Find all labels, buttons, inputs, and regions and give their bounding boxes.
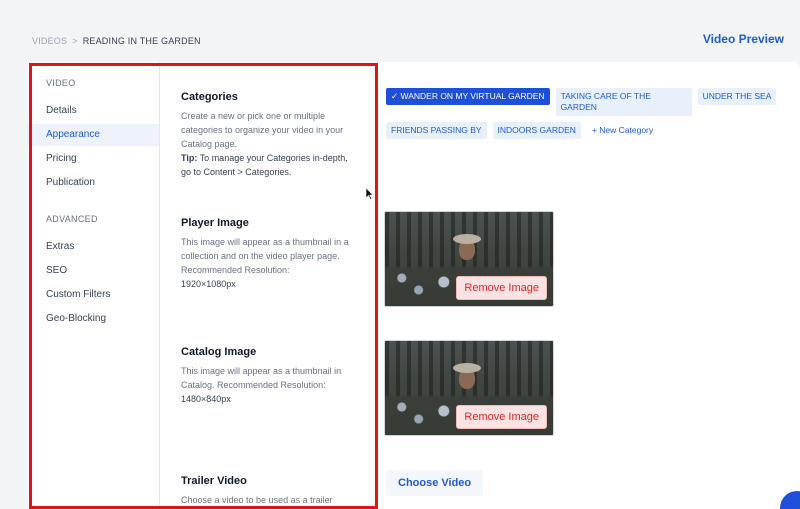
category-tag-taking-care[interactable]: TAKING CARE OF THE GARDEN	[555, 88, 692, 116]
breadcrumb-separator: >	[72, 36, 78, 46]
breadcrumb: VIDEOS > READING IN THE GARDEN	[32, 36, 201, 46]
sidebar-item-details[interactable]: Details	[28, 100, 159, 122]
player-image-title: Player Image	[181, 217, 249, 229]
category-tag-indoors[interactable]: INDOORS GARDEN	[492, 122, 581, 139]
category-tag-label: WANDER ON MY VIRTUAL GARDEN	[400, 91, 545, 101]
choose-video-button[interactable]: Choose Video	[386, 470, 484, 496]
check-icon: ✓	[391, 91, 399, 101]
player-image-description: This image will appear as a thumbnail in…	[181, 235, 356, 291]
trailer-video-description: Choose a video to be used as a trailer	[181, 495, 333, 505]
plus-icon: +	[591, 125, 597, 135]
remove-catalog-image-button[interactable]: Remove Image	[456, 405, 547, 429]
sidebar-item-pricing[interactable]: Pricing	[28, 148, 159, 170]
categories-tip-text: To manage your Categories in-depth, go t…	[181, 153, 348, 177]
video-preview-link[interactable]: Video Preview	[703, 32, 784, 46]
categories-description-text: Create a new or pick one or multiple cat…	[181, 111, 344, 149]
categories-title: Categories	[181, 91, 238, 103]
sidebar-item-geo-blocking[interactable]: Geo-Blocking	[28, 308, 159, 330]
sidebar-heading-video: VIDEO	[46, 78, 76, 88]
catalog-image-section: Catalog Image This image will appear as …	[181, 346, 356, 406]
remove-player-image-button[interactable]: Remove Image	[456, 276, 547, 300]
catalog-image-description-text: This image will appear as a thumbnail in…	[181, 366, 342, 390]
player-image-description-text: This image will appear as a thumbnail in…	[181, 237, 349, 275]
categories-description: Create a new or pick one or multiple cat…	[181, 109, 356, 179]
category-tag-under-the-sea[interactable]: UNDER THE SEA	[697, 88, 777, 105]
chat-launcher-button[interactable]	[780, 491, 800, 509]
sidebar-item-custom-filters[interactable]: Custom Filters	[28, 284, 159, 306]
sidebar-item-publication[interactable]: Publication	[28, 172, 159, 194]
sidebar-item-appearance[interactable]: Appearance	[28, 124, 159, 146]
sidebar-heading-advanced: ADVANCED	[46, 214, 98, 224]
catalog-image-resolution: 1480×840px	[181, 394, 231, 404]
trailer-video-section: Trailer Video Choose a video to be used …	[181, 475, 356, 507]
settings-sidebar: VIDEO Details Appearance Pricing Publica…	[28, 62, 160, 509]
trailer-video-title: Trailer Video	[181, 475, 247, 487]
categories-tip-label: Tip:	[181, 153, 198, 163]
categories-section: Categories Create a new or pick one or m…	[181, 91, 356, 179]
catalog-image-description: This image will appear as a thumbnail in…	[181, 364, 356, 406]
player-image-resolution: 1920×1080px	[181, 279, 236, 289]
new-category-button[interactable]: + New Category	[587, 122, 658, 139]
mouse-cursor-icon	[366, 188, 374, 200]
sidebar-item-extras[interactable]: Extras	[28, 236, 159, 258]
settings-card: VIDEO Details Appearance Pricing Publica…	[28, 62, 800, 509]
catalog-image-title: Catalog Image	[181, 346, 257, 358]
breadcrumb-videos-link[interactable]: VIDEOS	[32, 36, 67, 46]
category-tag-friends[interactable]: FRIENDS PASSING BY	[386, 122, 487, 139]
sidebar-item-seo[interactable]: SEO	[28, 260, 159, 282]
breadcrumb-current: READING IN THE GARDEN	[82, 36, 201, 46]
catalog-image-thumbnail: Remove Image	[384, 340, 554, 436]
new-category-label: New Category	[599, 125, 654, 135]
player-image-thumbnail: Remove Image	[384, 211, 554, 307]
category-tags: ✓ WANDER ON MY VIRTUAL GARDEN TAKING CAR…	[386, 88, 786, 139]
player-image-section: Player Image This image will appear as a…	[181, 217, 356, 291]
category-tag-wander[interactable]: ✓ WANDER ON MY VIRTUAL GARDEN	[386, 88, 550, 105]
